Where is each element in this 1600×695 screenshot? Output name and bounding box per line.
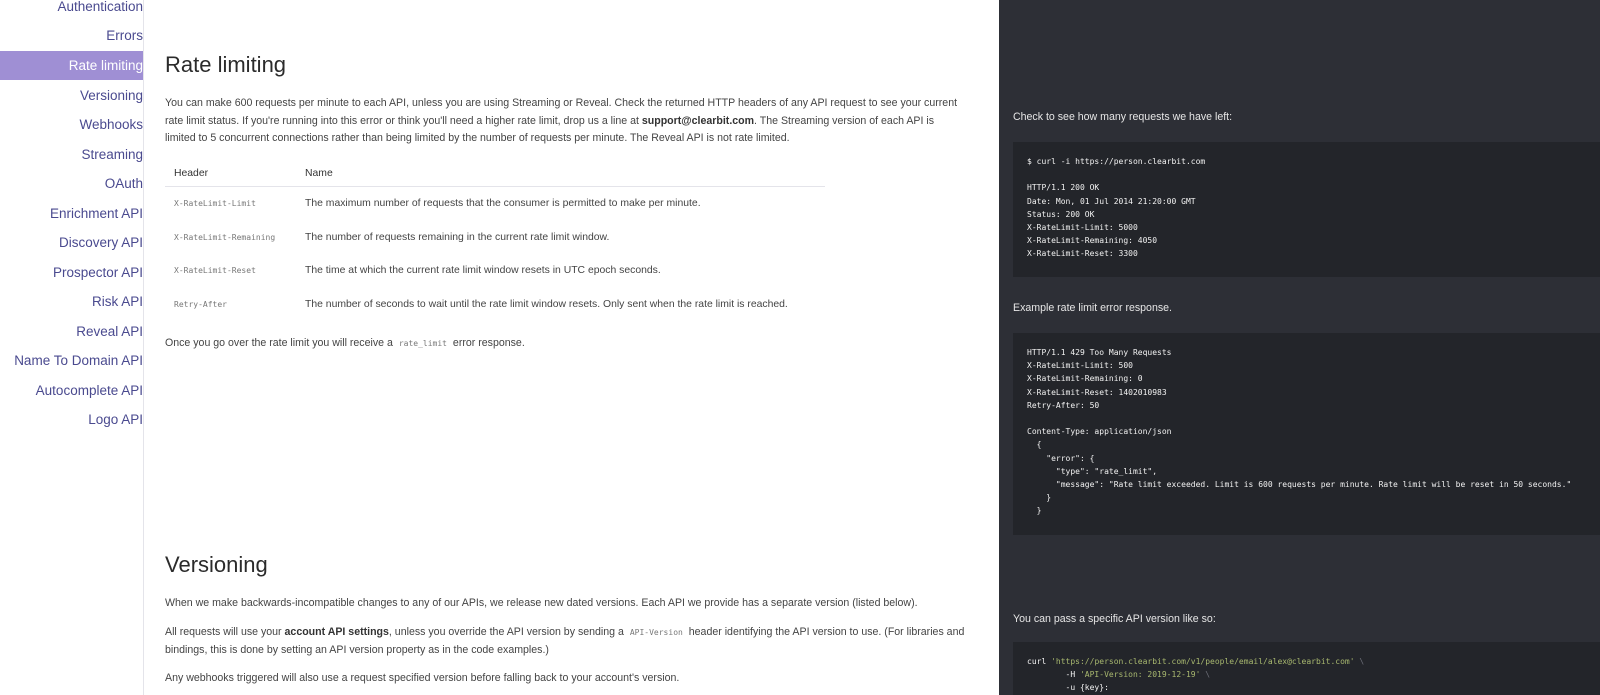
sidebar-item-oauth[interactable]: OAuth <box>0 169 143 198</box>
sidebar-item-name-to-domain-api[interactable]: Name To Domain API <box>0 346 143 375</box>
header-cell: Retry-After <box>174 299 227 309</box>
sidebar-item-reveal-api[interactable]: Reveal API <box>0 317 143 346</box>
code-block-error-response: HTTP/1.1 429 Too Many Requests X-RateLim… <box>1013 333 1600 535</box>
column-header: Header <box>165 160 296 187</box>
account-api-settings-link[interactable]: account API settings <box>285 626 389 638</box>
code-panel: Check to see how many requests we have l… <box>999 0 1600 695</box>
table-row: X-RateLimit-Limit The maximum number of … <box>165 187 825 221</box>
code-caption-api-version: You can pass a specific API version like… <box>1013 613 1216 625</box>
table-row: X-RateLimit-Reset The time at which the … <box>165 254 825 288</box>
versioning-heading: Versioning <box>165 552 268 577</box>
description-cell: The time at which the current rate limit… <box>305 265 661 277</box>
main-content: Rate limiting You can make 600 requests … <box>143 0 999 695</box>
sidebar-item-discovery-api[interactable]: Discovery API <box>0 228 143 257</box>
code-block-requests-left: $ curl -i https://person.clearbit.com HT… <box>1013 142 1600 277</box>
code-text: HTTP/1.1 429 Too Many Requests X-RateLim… <box>1027 348 1572 516</box>
sidebar-item-enrichment-api[interactable]: Enrichment API <box>0 199 143 228</box>
sidebar-item-webhooks[interactable]: Webhooks <box>0 110 143 139</box>
header-cell: X-RateLimit-Limit <box>174 199 256 209</box>
sidebar-item-prospector-api[interactable]: Prospector API <box>0 258 143 287</box>
sidebar-item-authentication[interactable]: Authentication <box>0 0 143 21</box>
code-url-string: 'https://person.clearbit.com/v1/people/e… <box>1051 657 1355 666</box>
table-row: X-RateLimit-Remaining The number of requ… <box>165 221 825 255</box>
versioning-paragraph-3: Any webhooks triggered will also use a r… <box>165 672 680 684</box>
column-name: Name <box>296 160 825 187</box>
header-cell: X-RateLimit-Remaining <box>174 232 276 242</box>
sidebar-nav: Authentication Errors Rate limiting Vers… <box>0 0 144 695</box>
sidebar-item-risk-api[interactable]: Risk API <box>0 287 143 316</box>
sidebar-item-rate-limiting[interactable]: Rate limiting <box>0 51 143 80</box>
rate-limit-headers-table: Header Name X-RateLimit-Limit The maximu… <box>165 160 825 321</box>
code-text: curl 'https://person.clearbit.com/v1/peo… <box>1027 657 1365 693</box>
support-email-link[interactable]: support@clearbit.com <box>642 115 754 127</box>
api-version-code: API-Version <box>629 628 683 637</box>
table-header-row: Header Name <box>165 160 825 187</box>
sidebar-item-errors[interactable]: Errors <box>0 21 143 50</box>
versioning-paragraph-2: All requests will use your account API s… <box>165 626 965 656</box>
description-cell: The maximum number of requests that the … <box>305 198 701 210</box>
sidebar-item-logo-api[interactable]: Logo API <box>0 405 143 434</box>
rate-limiting-heading: Rate limiting <box>165 52 287 77</box>
header-cell: X-RateLimit-Reset <box>174 266 256 276</box>
sidebar-item-versioning[interactable]: Versioning <box>0 81 143 110</box>
code-header-string: 'API-Version: 2019-12-19' <box>1079 670 1201 680</box>
code-block-api-version: curl 'https://person.clearbit.com/v1/peo… <box>1013 642 1600 695</box>
versioning-paragraph-1: When we make backwards-incompatible chan… <box>165 597 918 609</box>
code-text: $ curl -i https://person.clearbit.com HT… <box>1027 157 1206 259</box>
code-caption-requests-left: Check to see how many requests we have l… <box>1013 111 1233 123</box>
rate-limit-error-note: Once you go over the rate limit you will… <box>165 337 525 349</box>
rate-limit-code: rate_limit <box>398 339 447 348</box>
rate-limiting-intro: You can make 600 requests per minute to … <box>165 97 958 144</box>
sidebar-item-autocomplete-api[interactable]: Autocomplete API <box>0 376 143 405</box>
description-cell: The number of requests remaining in the … <box>305 231 610 243</box>
code-caption-error-response: Example rate limit error response. <box>1013 302 1172 314</box>
table-row: Retry-After The number of seconds to wai… <box>165 288 825 322</box>
sidebar-item-streaming[interactable]: Streaming <box>0 140 143 169</box>
description-cell: The number of seconds to wait until the … <box>305 298 788 310</box>
